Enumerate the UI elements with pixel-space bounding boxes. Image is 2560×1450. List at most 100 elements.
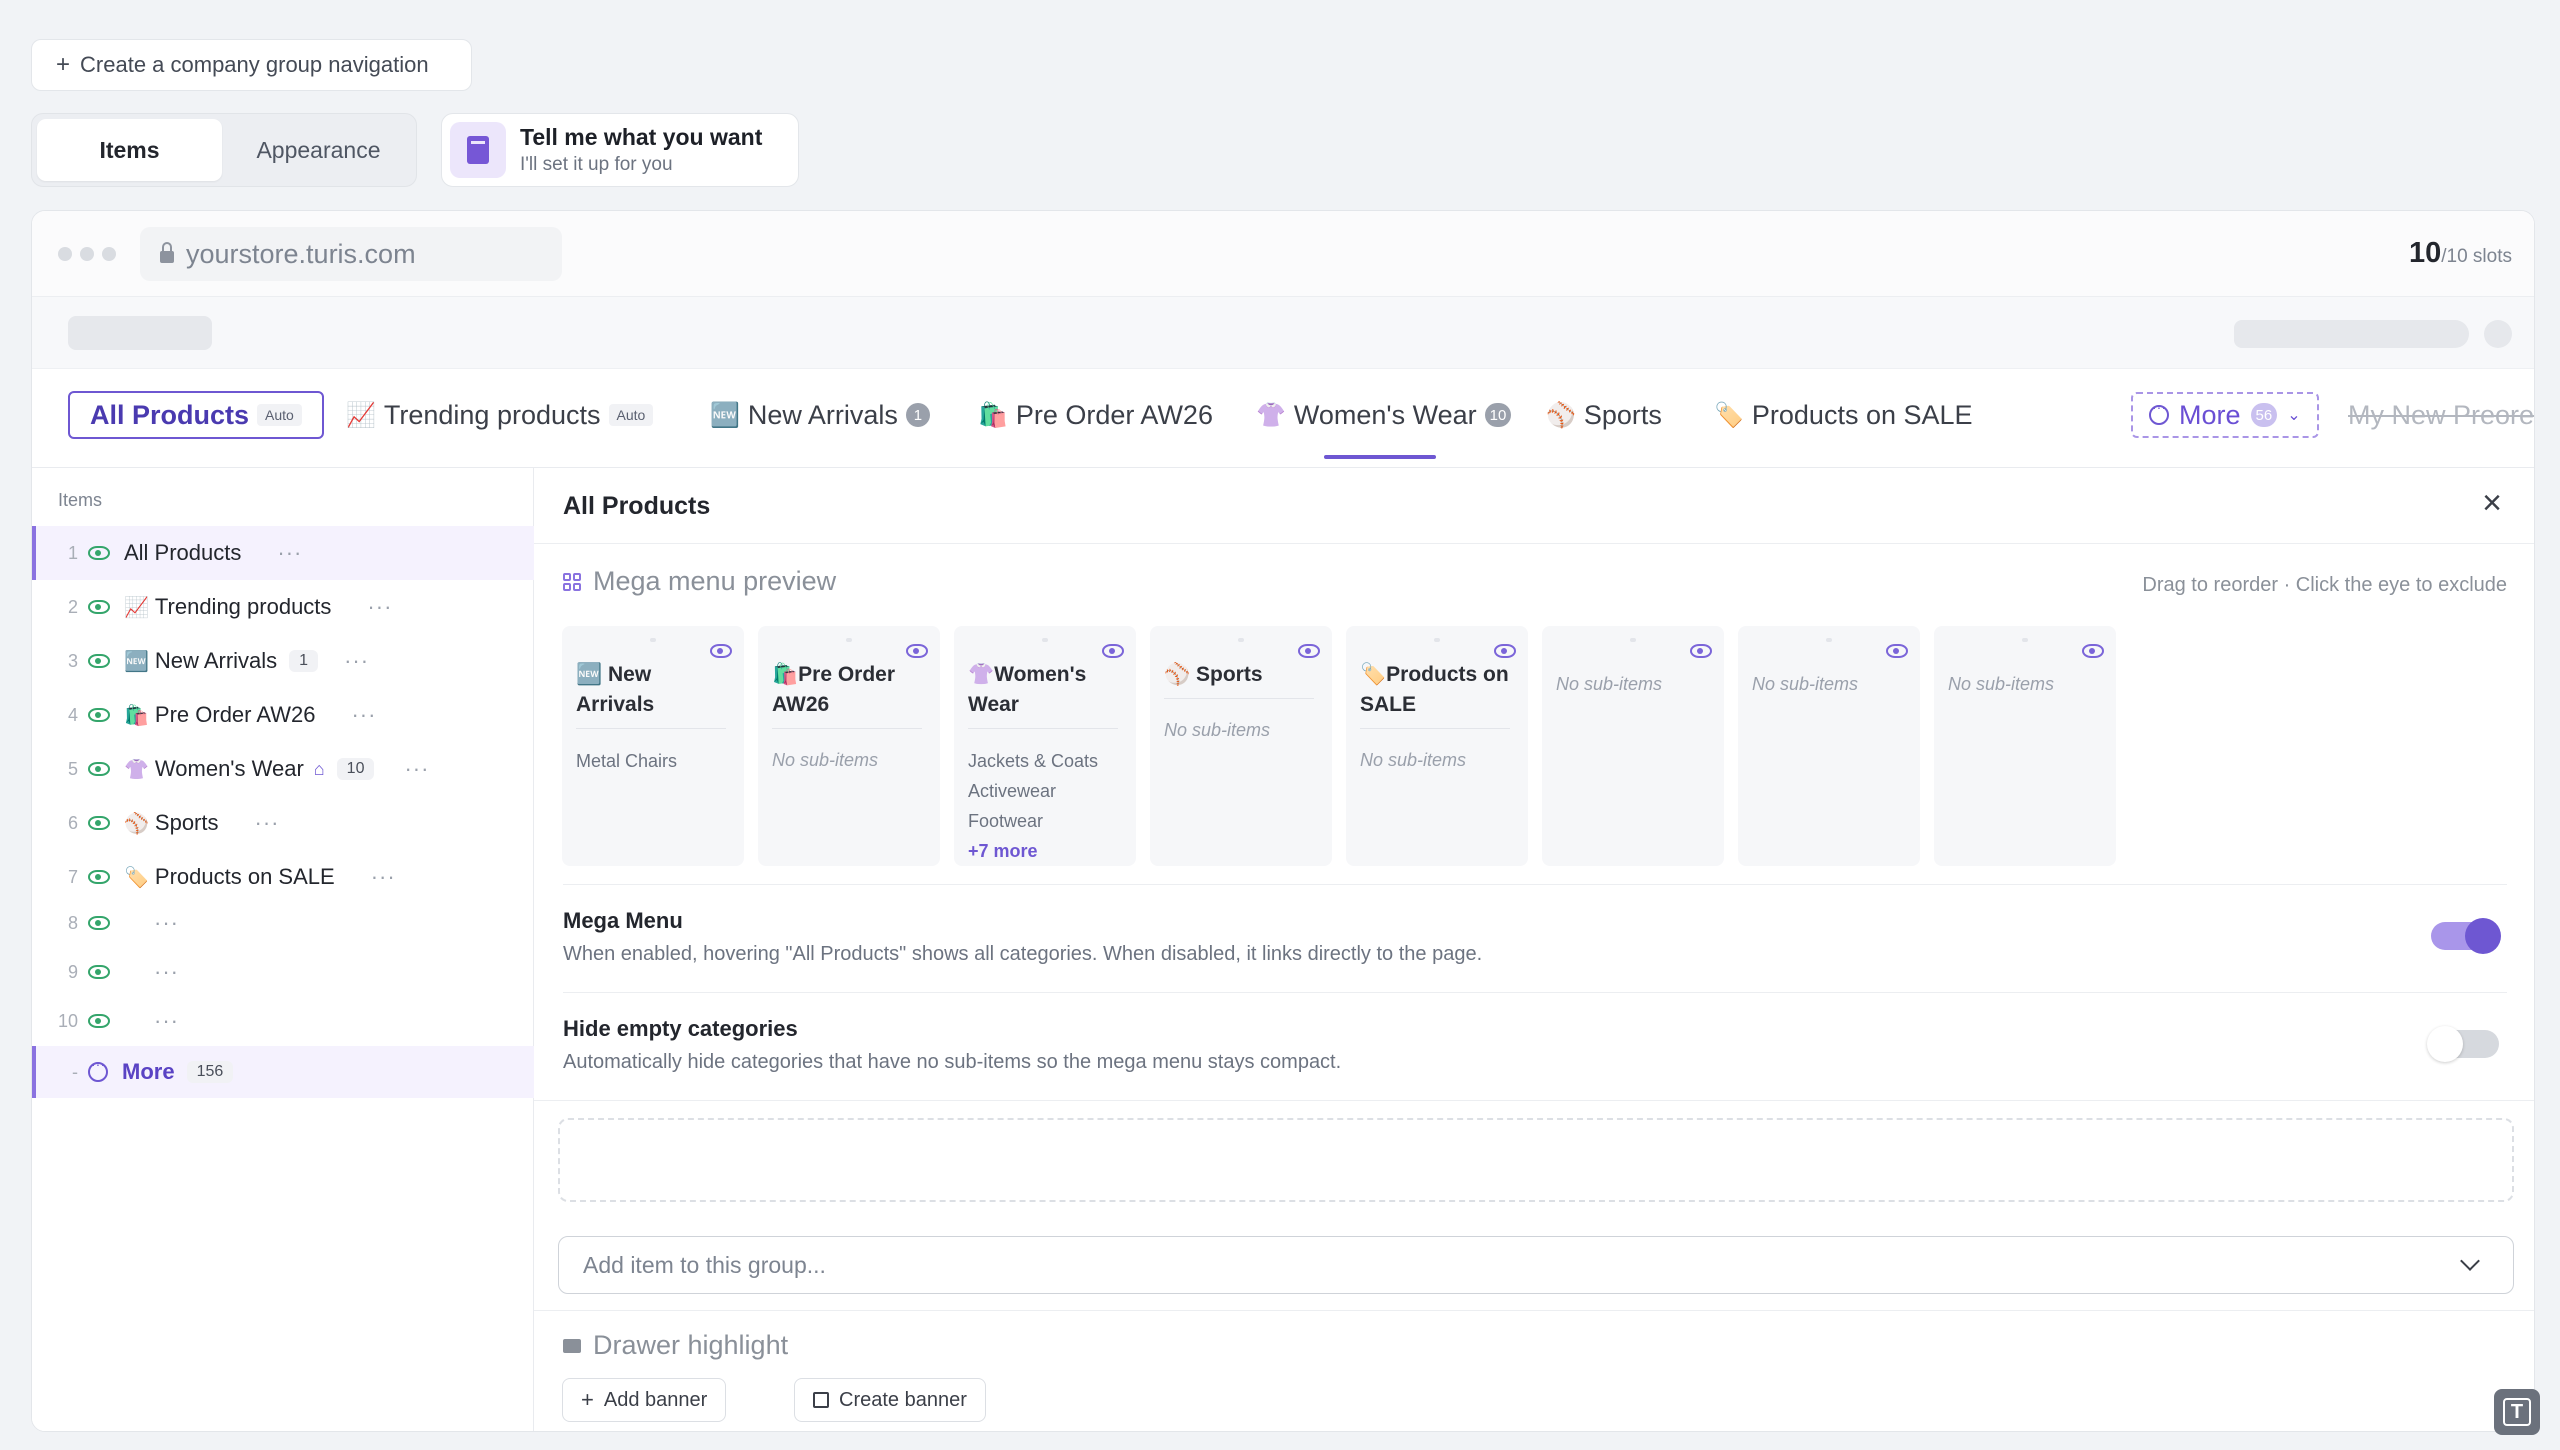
create-banner-button[interactable]: Create banner [794, 1378, 986, 1422]
sidebar-item-all-products[interactable]: 1 All Products ··· [32, 526, 534, 580]
sidebar-item-more[interactable]: - More 156 [32, 1046, 534, 1098]
more-actions-icon[interactable]: ··· [367, 594, 392, 620]
eye-icon[interactable] [88, 762, 110, 776]
close-icon[interactable]: × [2482, 486, 2502, 520]
drag-handle-icon[interactable] [2022, 638, 2028, 642]
item-number: 6 [67, 812, 78, 833]
nav-tab-sports[interactable]: ⚾ Sports [1546, 391, 1662, 439]
mega-menu-option-desc: When enabled, hovering "All Products" sh… [563, 943, 1483, 965]
eye-icon[interactable] [1494, 644, 1516, 658]
count-badge: 10 [336, 758, 375, 780]
sidebar-item-empty[interactable]: 10 ··· [32, 996, 534, 1046]
more-actions-icon[interactable]: ··· [154, 910, 179, 936]
add-banner-button[interactable]: + Add banner [562, 1378, 727, 1422]
eye-icon[interactable] [88, 600, 110, 614]
nav-tab-womens-wear[interactable]: 👚 Women's Wear 10 [1256, 391, 1512, 439]
more-actions-icon[interactable]: ··· [344, 648, 369, 674]
mega-card-empty[interactable]: No sub-items [1542, 626, 1724, 866]
tab-items[interactable]: Items [37, 119, 222, 181]
eye-icon[interactable] [906, 644, 928, 658]
sidebar-item-trending[interactable]: 2 📈 Trending products ··· [32, 580, 534, 634]
tab-appearance[interactable]: Appearance [226, 119, 411, 181]
card-title: 👚Women's Wear [968, 660, 1118, 729]
card-sub-item: Jackets & Coats [968, 751, 1099, 771]
mega-card-empty[interactable]: No sub-items [1934, 626, 2116, 866]
eye-icon[interactable] [88, 1014, 110, 1028]
eye-icon[interactable] [1886, 644, 1908, 658]
mega-card-empty[interactable]: No sub-items [1738, 626, 1920, 866]
eye-icon[interactable] [88, 870, 110, 884]
sidebar-item-empty[interactable]: 9 ··· [32, 947, 534, 997]
drag-handle-icon[interactable] [1238, 638, 1244, 642]
item-label: More [122, 1059, 175, 1084]
slots-used: 10 [2408, 237, 2442, 269]
hide-empty-toggle[interactable] [2427, 1026, 2499, 1062]
drag-handle-icon[interactable] [1826, 638, 1832, 642]
card-more-link[interactable]: +7 more [968, 836, 1038, 866]
eye-icon[interactable] [88, 654, 110, 668]
auto-badge: Auto [257, 404, 302, 426]
tag-icon: 🏷️ [1714, 401, 1744, 429]
nav-tab-all-products[interactable]: All Products Auto [68, 391, 324, 439]
view-segmented-control: Items Appearance [31, 113, 417, 187]
nav-tab-pre-order[interactable]: 🛍️ Pre Order AW26 [978, 391, 1213, 439]
more-actions-icon[interactable]: ··· [404, 756, 429, 782]
eye-icon[interactable] [1102, 644, 1124, 658]
drag-handle-icon[interactable] [1434, 638, 1440, 642]
mega-card-womens-wear[interactable]: 👚Women's Wear Jackets & Coats Activewear… [954, 626, 1136, 866]
mega-card-sports[interactable]: ⚾ Sports No sub-items [1150, 626, 1332, 866]
divider [534, 1100, 2534, 1101]
eye-icon[interactable] [88, 708, 110, 722]
more-actions-icon[interactable]: ··· [154, 1008, 179, 1034]
eye-icon[interactable] [88, 546, 110, 560]
eye-icon[interactable] [1690, 644, 1712, 658]
drag-handle-icon[interactable] [1042, 638, 1048, 642]
nav-tab-excluded[interactable]: My New Preore [2348, 391, 2534, 439]
assistant-prompt-button[interactable]: Tell me what you want I'll set it up for… [441, 113, 799, 187]
sidebar-item-womens-wear[interactable]: 5 👚 Women's Wear ⌂ 10 ··· [32, 742, 534, 796]
item-number: 8 [67, 912, 78, 933]
plus-icon: + [581, 1387, 594, 1412]
mega-menu-preview-title: Mega menu preview [593, 566, 837, 596]
nav-tab-new-arrivals[interactable]: 🆕 New Arrivals 1 [710, 391, 930, 439]
baseball-icon: ⚾ [124, 812, 149, 835]
eye-icon[interactable] [88, 816, 110, 830]
sidebar-item-sports[interactable]: 6 ⚾ Sports ··· [32, 796, 534, 850]
eye-icon[interactable] [710, 644, 732, 658]
create-group-nav-button[interactable]: + Create a company group navigation [31, 39, 472, 91]
more-actions-icon[interactable]: ··· [351, 702, 376, 728]
app-launcher-button[interactable]: T [2494, 1389, 2540, 1435]
drop-zone[interactable] [558, 1118, 2514, 1202]
count-badge: 1 [289, 650, 319, 672]
eye-icon[interactable] [1298, 644, 1320, 658]
nav-tab-sale[interactable]: 🏷️ Products on SALE [1714, 391, 1973, 439]
eye-icon[interactable] [88, 916, 110, 930]
more-actions-icon[interactable]: ··· [371, 864, 396, 890]
sidebar-item-empty[interactable]: 8 ··· [32, 898, 534, 948]
mega-menu-toggle[interactable] [2431, 918, 2501, 954]
nav-tab-trending[interactable]: 📈 Trending products Auto [346, 391, 654, 439]
active-tab-underline [1324, 455, 1436, 459]
eye-icon[interactable] [88, 965, 110, 979]
sidebar-item-pre-order[interactable]: 4 🛍️ Pre Order AW26 ··· [32, 688, 534, 742]
hide-empty-option-desc: Automatically hide categories that have … [563, 1051, 1342, 1073]
more-actions-icon[interactable]: ··· [154, 959, 179, 985]
app-logo-icon: T [2503, 1398, 2531, 1426]
nav-more-dropdown[interactable]: More 56 ⌄ [2131, 392, 2319, 438]
drag-handle-icon[interactable] [846, 638, 852, 642]
mega-card-sale[interactable]: 🏷️Products on SALE No sub-items [1346, 626, 1528, 866]
assistant-title: Tell me what you want [520, 124, 763, 150]
drag-handle-icon[interactable] [1630, 638, 1636, 642]
sidebar-item-new-arrivals[interactable]: 3 🆕 New Arrivals 1 ··· [32, 634, 534, 688]
eye-icon[interactable] [2082, 644, 2104, 658]
sidebar-item-sale[interactable]: 7 🏷️ Products on SALE ··· [32, 850, 534, 904]
mega-card-pre-order[interactable]: 🛍️Pre Order AW26 No sub-items [758, 626, 940, 866]
more-actions-icon[interactable]: ··· [255, 810, 280, 836]
drag-handle-icon[interactable] [650, 638, 656, 642]
add-item-select[interactable]: Add item to this group... [558, 1236, 2514, 1294]
add-banner-label: Add banner [603, 1388, 708, 1411]
more-actions-icon[interactable]: ··· [277, 540, 302, 566]
mega-card-new-arrivals[interactable]: 🆕 New Arrivals Metal Chairs [562, 626, 744, 866]
auto-badge: Auto [608, 404, 654, 426]
more-icon [2149, 399, 2169, 425]
